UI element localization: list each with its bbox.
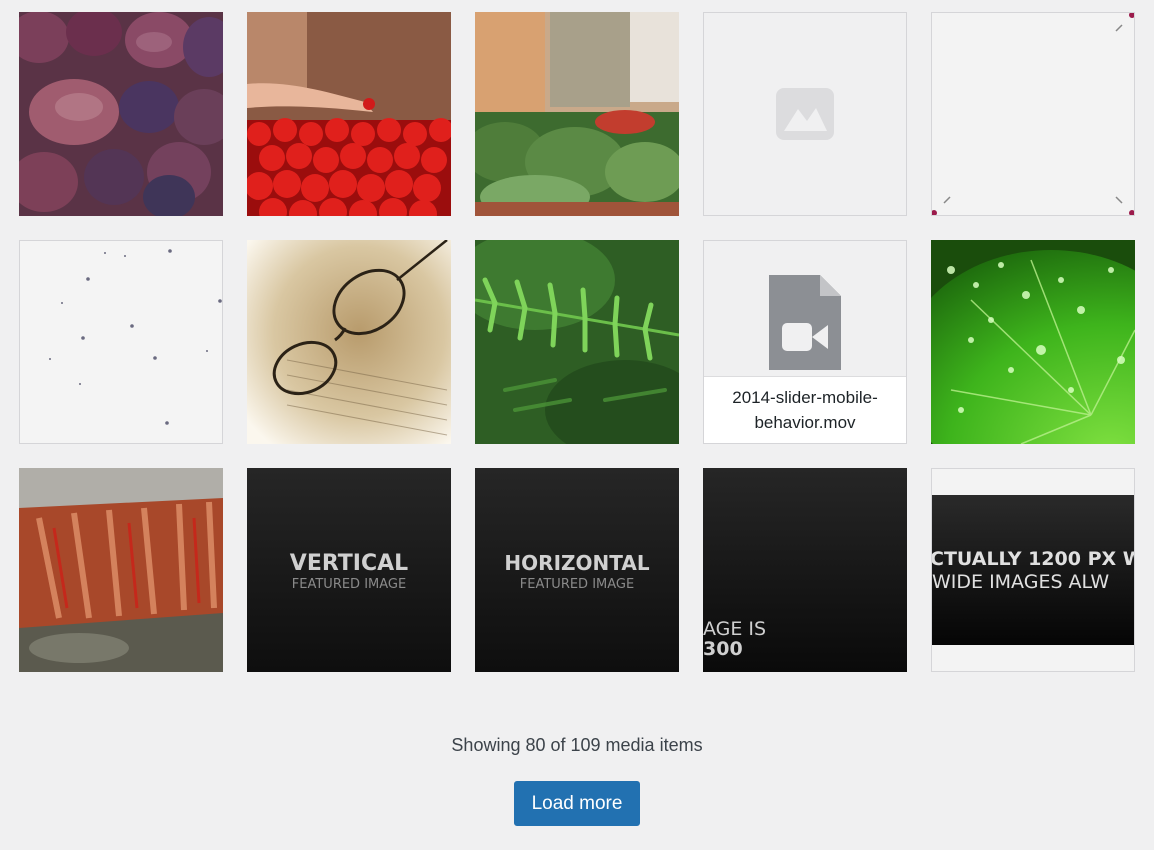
market-greens-image — [475, 12, 679, 216]
media-item-tomatoes[interactable] — [247, 12, 451, 216]
fern-image — [475, 240, 679, 444]
horizontal-subtitle: FEATURED IMAGE — [520, 577, 634, 592]
blank-frame-image — [932, 13, 1134, 215]
media-item-blank-frame[interactable] — [931, 12, 1135, 216]
wide-image-image: CTUALLY 1200 PX W WIDE IMAGES ALW — [932, 469, 1134, 671]
media-item-wide-image[interactable]: CTUALLY 1200 PX W WIDE IMAGES ALW — [931, 468, 1135, 672]
dotted-paper-image — [20, 241, 222, 443]
glasses-image — [247, 240, 451, 444]
image-is-image: AGE IS 300 — [703, 468, 907, 672]
tomatoes-image — [247, 12, 451, 216]
wide-image-line2: WIDE IMAGES ALW — [932, 571, 1109, 593]
media-count-status: Showing 80 of 109 media items — [451, 735, 703, 755]
media-item-bark[interactable] — [19, 468, 223, 672]
media-item-image-placeholder[interactable] — [703, 12, 907, 216]
media-item-vertical-featured[interactable]: VERTICAL FEATURED IMAGE — [247, 468, 451, 672]
file-name-label: 2014-slider-mobile-behavior.mov — [704, 376, 906, 443]
media-item-image-is[interactable]: AGE IS 300 — [703, 468, 907, 672]
vertical-subtitle: FEATURED IMAGE — [292, 577, 406, 592]
horizontal-title: HORIZONTAL — [504, 551, 649, 575]
video-file-icon — [769, 275, 841, 370]
media-item-figs[interactable] — [19, 12, 223, 216]
image-is-line2: 300 — [703, 638, 743, 660]
media-item-fern[interactable] — [475, 240, 679, 444]
media-item-leaf-droplets[interactable] — [931, 240, 1135, 444]
wide-image-line1: CTUALLY 1200 PX W — [932, 548, 1134, 570]
vertical-featured-image: VERTICAL FEATURED IMAGE — [247, 468, 451, 672]
vertical-title: VERTICAL — [290, 551, 408, 576]
image-placeholder-icon — [776, 88, 834, 140]
load-more-button[interactable]: Load more — [514, 781, 640, 826]
figs-image — [19, 12, 223, 216]
horizontal-featured-image: HORIZONTAL FEATURED IMAGE — [475, 468, 679, 672]
media-item-dotted-paper[interactable] — [19, 240, 223, 444]
bark-image — [19, 468, 223, 672]
media-item-glasses[interactable] — [247, 240, 451, 444]
media-item-video-file[interactable]: 2014-slider-mobile-behavior.mov — [703, 240, 907, 444]
media-item-market-greens[interactable] — [475, 12, 679, 216]
leaf-droplets-image — [931, 240, 1135, 444]
media-item-horizontal-featured[interactable]: HORIZONTAL FEATURED IMAGE — [475, 468, 679, 672]
image-is-line1: AGE IS — [703, 618, 766, 640]
